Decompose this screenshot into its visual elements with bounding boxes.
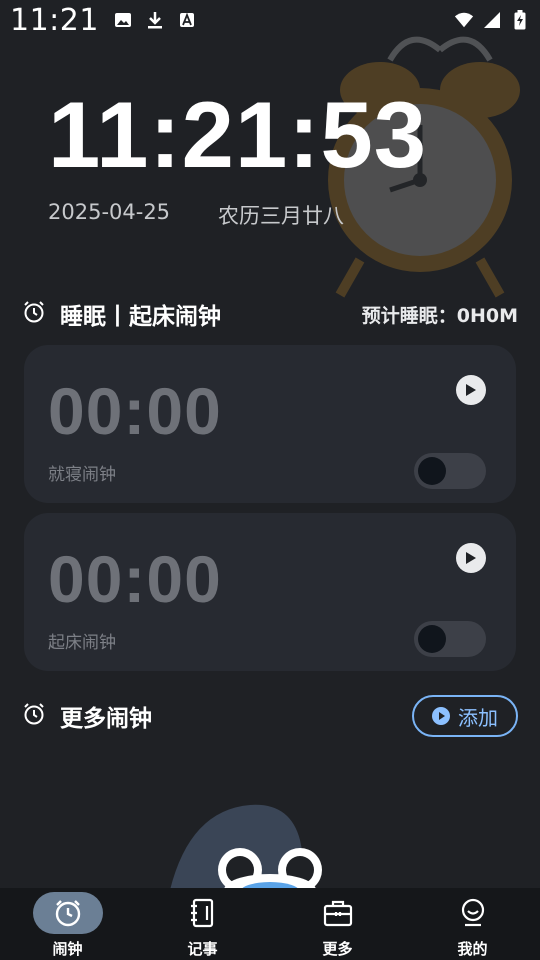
status-time: 11:21 — [10, 2, 99, 38]
image-icon — [113, 10, 133, 30]
mascot-illustration — [170, 804, 322, 890]
sleep-section-header: 睡眠丨起床闹钟 预计睡眠：0H0M — [22, 298, 518, 330]
wakeup-alarm-label: 起床闹钟 — [48, 633, 116, 653]
tab-profile-label: 我的 — [457, 940, 488, 958]
toolbox-icon — [323, 900, 352, 927]
toggle-knob — [418, 625, 446, 653]
current-date: 2025-04-25 — [48, 200, 171, 224]
add-alarm-button[interactable]: 添加 — [412, 695, 518, 737]
add-alarm-label: 添加 — [458, 705, 498, 730]
notebook-icon — [190, 898, 213, 928]
alarm-clock-icon — [22, 300, 46, 328]
more-alarms-header: 更多闹钟 添加 — [22, 694, 518, 738]
sleep-estimate: 预计睡眠：0H0M — [361, 304, 518, 327]
date-row: 2025-04-25 农历三月廿八 — [48, 200, 344, 230]
current-time: 11:21:53 — [48, 82, 428, 187]
lunar-date: 农历三月廿八 — [218, 204, 345, 228]
profile-icon — [461, 898, 484, 927]
tab-more-label: 更多 — [322, 940, 353, 958]
tab-alarm-label: 闹钟 — [52, 940, 83, 958]
sleep-section-title: 睡眠丨起床闹钟 — [60, 304, 221, 330]
wakeup-alarm-toggle[interactable] — [414, 621, 486, 657]
play-icon — [466, 552, 476, 564]
bedtime-alarm-card[interactable]: 00:00 就寝闹钟 — [24, 345, 516, 503]
signal-icon — [482, 10, 502, 30]
bedtime-alarm-time[interactable]: 00:00 — [48, 373, 222, 449]
download-icon — [145, 10, 165, 30]
wakeup-play-button[interactable] — [456, 543, 486, 573]
more-alarms-title: 更多闹钟 — [60, 706, 152, 732]
bedtime-play-button[interactable] — [456, 375, 486, 405]
toggle-knob — [418, 457, 446, 485]
tab-notes-label: 记事 — [187, 940, 218, 958]
alarm-icon — [55, 900, 80, 927]
tab-alarm[interactable]: 闹钟 — [0, 888, 135, 960]
wakeup-alarm-card[interactable]: 00:00 起床闹钟 — [24, 513, 516, 671]
play-circle-icon — [432, 707, 450, 725]
bedtime-alarm-toggle[interactable] — [414, 453, 486, 489]
tab-profile[interactable]: 我的 — [405, 888, 540, 960]
bottom-tab-bar: 闹钟 记事 更多 我的 — [0, 888, 540, 960]
wakeup-alarm-time[interactable]: 00:00 — [48, 541, 222, 617]
tab-notes[interactable]: 记事 — [135, 888, 270, 960]
alarm-clock-icon — [22, 702, 46, 730]
bedtime-alarm-label: 就寝闹钟 — [48, 465, 116, 485]
play-icon — [466, 384, 476, 396]
font-icon — [177, 10, 197, 30]
battery-icon — [510, 10, 530, 30]
tab-more[interactable]: 更多 — [270, 888, 405, 960]
wifi-icon — [454, 10, 474, 30]
